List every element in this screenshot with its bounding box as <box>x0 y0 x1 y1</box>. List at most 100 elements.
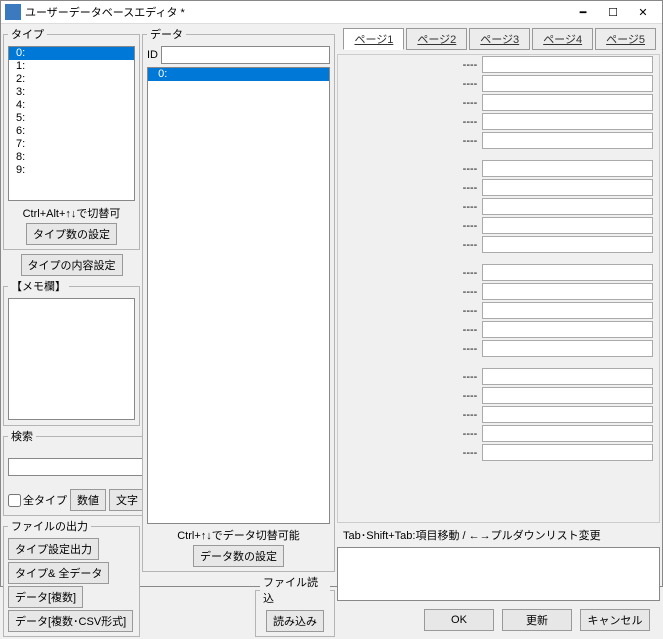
type-legend: タイプ <box>8 26 47 42</box>
type-list-item[interactable]: 5: <box>9 112 134 125</box>
prop-dash: ---- <box>458 220 482 232</box>
prop-value-input[interactable] <box>482 160 653 177</box>
tab-page-4[interactable]: ページ4 <box>532 28 593 50</box>
prop-value-input[interactable] <box>482 283 653 300</box>
prop-value-input[interactable] <box>482 264 653 281</box>
type-list-item[interactable]: 1: <box>9 60 134 73</box>
page-tabs: ページ1ページ2ページ3ページ4ページ5 <box>337 26 660 52</box>
prop-value-input[interactable] <box>482 179 653 196</box>
type-list-item[interactable]: 0: <box>9 47 134 60</box>
prop-value-input[interactable] <box>482 444 653 461</box>
prop-dash: ---- <box>458 267 482 279</box>
prop-dash: ---- <box>458 447 482 459</box>
type-list-item[interactable]: 6: <box>9 125 134 138</box>
prop-value-input[interactable] <box>482 56 653 73</box>
data-list[interactable]: 0: <box>147 67 330 524</box>
search-number-button[interactable]: 数値 <box>70 489 106 511</box>
update-button[interactable]: 更新 <box>502 609 572 631</box>
alltypes-checkbox[interactable]: 全タイプ <box>8 492 67 508</box>
type-list-item[interactable]: 3: <box>9 86 134 99</box>
prop-row: ---- <box>338 443 659 462</box>
type-count-button[interactable]: タイプ数の設定 <box>26 223 117 245</box>
prop-row: ---- <box>338 55 659 74</box>
prop-dash: ---- <box>458 116 482 128</box>
alltypes-checkbox-input[interactable] <box>8 494 21 507</box>
search-text-button[interactable]: 文字 <box>109 489 145 511</box>
prop-dash: ---- <box>458 343 482 355</box>
prop-value-input[interactable] <box>482 368 653 385</box>
type-list-item[interactable]: 8: <box>9 151 134 164</box>
prop-value-input[interactable] <box>482 75 653 92</box>
prop-value-input[interactable] <box>482 198 653 215</box>
file-datacsv-button[interactable]: データ[複数･CSV形式] <box>8 610 133 632</box>
prop-dash: ---- <box>458 371 482 383</box>
prop-row: ---- <box>338 405 659 424</box>
prop-value-input[interactable] <box>482 425 653 442</box>
file-output-fieldset: ファイルの出力 タイプ設定出力 タイプ& 全データ データ[複数] データ[複数… <box>3 518 140 637</box>
prop-row: ---- <box>338 386 659 405</box>
prop-dash: ---- <box>458 59 482 71</box>
close-button[interactable]: ✕ <box>628 1 658 23</box>
file-typeall-button[interactable]: タイプ& 全データ <box>8 562 109 584</box>
ok-button[interactable]: OK <box>424 609 494 631</box>
footer-buttons: OK 更新 キャンセル <box>337 603 660 637</box>
memo-textarea[interactable] <box>8 298 135 420</box>
prop-value-input[interactable] <box>482 217 653 234</box>
search-legend: 検索 <box>8 428 36 444</box>
search-input[interactable] <box>8 458 158 476</box>
type-content-button[interactable]: タイプの内容設定 <box>21 254 123 276</box>
prop-row: ---- <box>338 197 659 216</box>
right-hint: Tab･Shift+Tab:項目移動 / ←→プルダウンリスト変更 <box>337 525 660 545</box>
prop-row: ---- <box>338 74 659 93</box>
multiline-input[interactable] <box>337 547 660 601</box>
prop-value-input[interactable] <box>482 321 653 338</box>
prop-dash: ---- <box>458 163 482 175</box>
prop-row: ---- <box>338 282 659 301</box>
prop-value-input[interactable] <box>482 236 653 253</box>
type-fieldset: タイプ 0: 1: 2: 3: 4: 5: 6: 7: 8: 9: Ctrl+A… <box>3 26 140 250</box>
client-area: タイプ 0: 1: 2: 3: 4: 5: 6: 7: 8: 9: Ctrl+A… <box>1 24 662 639</box>
prop-dash: ---- <box>458 390 482 402</box>
titlebar: ユーザーデータベースエディタ * ━ ☐ ✕ <box>1 1 662 24</box>
type-list-item[interactable]: 4: <box>9 99 134 112</box>
type-hint: Ctrl+Alt+↑↓で切替可 <box>8 205 135 221</box>
maximize-button[interactable]: ☐ <box>598 1 628 23</box>
prop-dash: ---- <box>458 409 482 421</box>
prop-value-input[interactable] <box>482 94 653 111</box>
tab-page-2[interactable]: ページ2 <box>406 28 467 50</box>
prop-value-input[interactable] <box>482 132 653 149</box>
app-icon <box>5 4 21 20</box>
type-list-item[interactable]: 2: <box>9 73 134 86</box>
data-list-item[interactable]: 0: <box>148 68 329 81</box>
type-list-item[interactable]: 7: <box>9 138 134 151</box>
prop-row: ---- <box>338 159 659 178</box>
prop-dash: ---- <box>458 97 482 109</box>
tab-page-1[interactable]: ページ1 <box>343 28 404 50</box>
prop-value-input[interactable] <box>482 113 653 130</box>
tab-page-3[interactable]: ページ3 <box>469 28 530 50</box>
cancel-button[interactable]: キャンセル <box>580 609 650 631</box>
prop-dash: ---- <box>458 239 482 251</box>
prop-value-input[interactable] <box>482 340 653 357</box>
prop-dash: ---- <box>458 286 482 298</box>
prop-value-input[interactable] <box>482 387 653 404</box>
type-list-item[interactable]: 9: <box>9 164 134 177</box>
data-count-button[interactable]: データ数の設定 <box>193 545 284 567</box>
file-typeset-button[interactable]: タイプ設定出力 <box>8 538 99 560</box>
file-read-fieldset: ファイル読込 読み込み <box>255 574 335 637</box>
prop-dash: ---- <box>458 324 482 336</box>
prop-value-input[interactable] <box>482 406 653 423</box>
tab-page-5[interactable]: ページ5 <box>595 28 656 50</box>
id-input[interactable] <box>161 46 330 64</box>
prop-row: ---- <box>338 216 659 235</box>
minimize-button[interactable]: ━ <box>568 1 598 23</box>
file-read-button[interactable]: 読み込み <box>266 610 324 632</box>
prop-row: ---- <box>338 178 659 197</box>
alltypes-label: 全タイプ <box>23 492 67 508</box>
prop-row: ---- <box>338 112 659 131</box>
prop-row: ---- <box>338 320 659 339</box>
prop-row: ---- <box>338 301 659 320</box>
prop-value-input[interactable] <box>482 302 653 319</box>
type-list[interactable]: 0: 1: 2: 3: 4: 5: 6: 7: 8: 9: <box>8 46 135 201</box>
file-datamulti-button[interactable]: データ[複数] <box>8 586 83 608</box>
